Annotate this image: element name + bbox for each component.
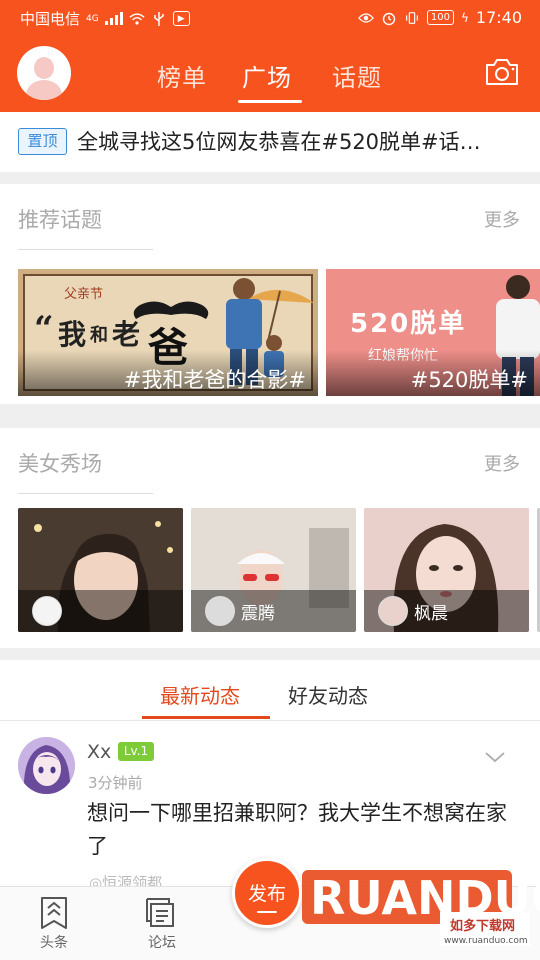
art-title-520: 520脱单	[350, 309, 467, 339]
media-play-icon: ▶	[172, 11, 190, 26]
nav-label: 头条	[40, 935, 68, 951]
tab-friends[interactable]: 好友动态	[288, 680, 368, 709]
post-time: 3分钟前	[88, 774, 143, 792]
section-divider	[18, 249, 153, 250]
clock: 17:40	[475, 8, 522, 27]
art-text-he: 和	[90, 325, 108, 346]
streamer-info-bar	[18, 590, 183, 632]
watermark-cn: 如多下载网	[450, 918, 515, 934]
topic-card-520[interactable]: 520脱单 红娘帮你忙 #520脱单#	[326, 269, 540, 396]
watermark-url: www.ruanduo.com	[444, 936, 528, 946]
topic-caption: #520脱单#	[326, 350, 540, 396]
topic-caption: #我和老爸的合影#	[18, 350, 318, 396]
wifi-icon	[129, 11, 145, 27]
headline-icon	[41, 897, 67, 929]
status-right: 100 ϟ 17:40	[357, 8, 522, 27]
streamer-avatar	[32, 596, 62, 626]
tab-square[interactable]: 广场	[242, 58, 292, 93]
topic-card-fathers-day[interactable]: 父亲节 “ 我 和 老 爸 #我和老爸的合影#	[18, 269, 318, 396]
streamer-name: 震腾	[241, 604, 275, 624]
post-username[interactable]: Xx	[87, 741, 111, 763]
beauty-card[interactable]	[18, 508, 183, 632]
beauty-show-section: 美女秀场 更多 震腾 枫晨	[0, 428, 540, 648]
tab-topics[interactable]: 话题	[332, 58, 382, 93]
active-tab-indicator	[238, 100, 302, 103]
network-type: 4G	[86, 13, 99, 24]
beauty-card[interactable]: 震腾	[191, 508, 356, 632]
status-bar: 中国电信 4G ▶ 100 ϟ 17:40	[0, 0, 540, 34]
pinned-badge: 置顶	[18, 128, 67, 155]
section-title: 推荐话题	[18, 208, 102, 232]
status-left: 中国电信 4G ▶	[20, 8, 190, 29]
publish-button[interactable]: 发布	[232, 858, 302, 928]
art-text-fathers-day: 父亲节	[64, 287, 104, 302]
recommended-topics-section: 推荐话题 更多 父亲节 “ 我 和 老 爸 #我和老爸的合影# 520脱单 #5…	[0, 184, 540, 404]
carrier-name: 中国电信	[20, 10, 81, 28]
streamer-info-bar: 震腾	[191, 590, 356, 632]
charging-icon: ϟ	[460, 10, 469, 25]
camera-icon[interactable]	[484, 57, 520, 87]
chevron-down-icon[interactable]	[484, 750, 506, 764]
app-header: 中国电信 4G ▶ 100 ϟ 17:40 榜单 广场 话题	[0, 0, 540, 112]
alarm-icon	[381, 10, 397, 26]
publish-label: 发布	[247, 883, 286, 905]
pinned-text: 全城寻找这5位网友恭喜在#520脱单#话…	[77, 130, 481, 154]
nav-label: 论坛	[148, 935, 176, 951]
more-topics-link[interactable]: 更多	[484, 206, 520, 232]
user-avatar[interactable]	[17, 46, 71, 100]
art-text-wo: 我	[58, 318, 87, 351]
anime-avatar-image	[18, 737, 75, 794]
beauty-card[interactable]: 枫晨	[364, 508, 529, 632]
forum-icon	[146, 898, 174, 927]
vibrate-icon	[404, 10, 420, 26]
publish-line-icon	[257, 911, 277, 913]
nav-forum[interactable]: 论坛	[132, 895, 192, 952]
feed-divider	[0, 720, 540, 721]
watermark-logo: RUANDUO 如多下载网 www.ruanduo.com	[302, 870, 540, 946]
signal-icon	[104, 12, 123, 25]
section-divider	[18, 493, 153, 494]
more-beauty-link[interactable]: 更多	[484, 450, 520, 476]
streamer-avatar	[205, 596, 235, 626]
streamer-name: 枫晨	[414, 604, 448, 624]
streamer-info-bar: 枫晨	[364, 590, 529, 632]
post-avatar[interactable]	[18, 737, 75, 794]
usb-icon	[151, 11, 167, 27]
section-title: 美女秀场	[18, 452, 102, 476]
tab-latest[interactable]: 最新动态	[160, 680, 240, 709]
art-quote-mark: “	[34, 309, 54, 349]
battery-icon: 100	[426, 10, 454, 25]
pinned-announcement[interactable]: 置顶 全城寻找这5位网友恭喜在#520脱单#话…	[0, 112, 540, 172]
tab-rankings[interactable]: 榜单	[157, 58, 207, 93]
level-badge: Lv.1	[118, 742, 154, 761]
post-content[interactable]: 想问一下哪里招兼职阿？我大学生不想窝在家了	[87, 797, 517, 863]
eye-icon	[357, 10, 374, 26]
feed-tab-indicator	[142, 716, 270, 719]
nav-headline[interactable]: 头条	[24, 895, 84, 952]
top-tabs: 榜单 广场 话题	[140, 52, 400, 108]
streamer-avatar	[378, 596, 408, 626]
